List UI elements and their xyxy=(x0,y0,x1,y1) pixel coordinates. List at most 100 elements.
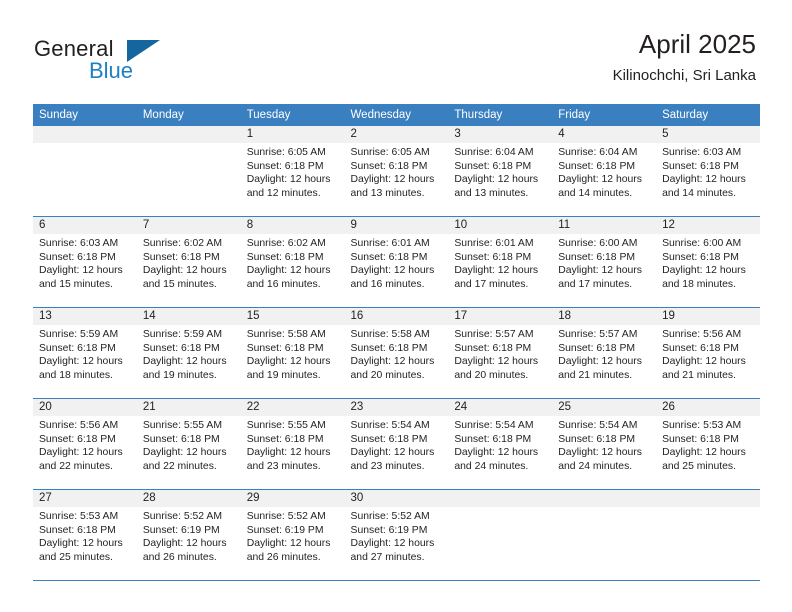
calendar-day-cell[interactable]: 28 Sunrise: 5:52 AM Sunset: 6:19 PM Dayligh… xyxy=(136,489,241,581)
day-cell-content: 7 Sunrise: 6:02 AM Sunset: 6:18 PM Daylight… xyxy=(136,217,241,307)
day-number: 21 xyxy=(136,399,241,416)
daylight-text-line1: Daylight: 12 hours xyxy=(558,447,642,459)
sunrise-text: Sunrise: 5:53 AM xyxy=(39,511,119,522)
calendar-day-cell[interactable]: 14 Sunrise: 5:59 AM Sunset: 6:18 PM Dayligh… xyxy=(136,307,241,399)
daylight-text-line1: Daylight: 12 hours xyxy=(350,174,435,186)
daylight-text-line2: and 14 minutes. xyxy=(558,187,633,199)
sunrise-text: Sunrise: 5:55 AM xyxy=(246,420,326,431)
day-cell-content: 2 Sunrise: 6:05 AM Sunset: 6:18 PM Daylight… xyxy=(344,126,449,216)
sunset-text: Sunset: 6:18 PM xyxy=(350,251,428,263)
day-number xyxy=(448,490,553,507)
sun-info: Sunrise: 5:52 AM Sunset: 6:19 PM Daylight:… xyxy=(137,507,241,564)
sun-info: Sunrise: 5:55 AM Sunset: 6:18 PM Daylight:… xyxy=(241,416,345,473)
calendar-day-cell[interactable]: 3 Sunrise: 6:04 AM Sunset: 6:18 PM Daylight… xyxy=(448,126,553,217)
calendar-week-row: 1 Sunrise: 6:05 AM Sunset: 6:18 PM Daylight… xyxy=(33,126,760,217)
daylight-text-line2: and 20 minutes. xyxy=(350,369,425,381)
daylight-text-line1: Daylight: 12 hours xyxy=(454,356,539,368)
calendar-day-cell[interactable]: 4 Sunrise: 6:04 AM Sunset: 6:18 PM Daylight… xyxy=(552,126,657,217)
sunset-text: Sunset: 6:18 PM xyxy=(454,251,532,263)
daylight-text-line2: and 17 minutes. xyxy=(558,278,633,290)
calendar-empty-cell xyxy=(656,489,760,581)
calendar-day-cell[interactable]: 15 Sunrise: 5:58 AM Sunset: 6:18 PM Dayligh… xyxy=(240,307,345,399)
day-cell-content: 4 Sunrise: 6:04 AM Sunset: 6:18 PM Daylight… xyxy=(552,126,657,216)
calendar-day-cell[interactable]: 9 Sunrise: 6:01 AM Sunset: 6:18 PM Daylight… xyxy=(344,216,449,308)
sun-info: Sunrise: 5:55 AM Sunset: 6:18 PM Daylight:… xyxy=(137,416,241,473)
day-cell-content: 3 Sunrise: 6:04 AM Sunset: 6:18 PM Daylight… xyxy=(448,126,553,216)
day-number: 18 xyxy=(552,308,657,325)
sunset-text: Sunset: 6:18 PM xyxy=(246,251,324,263)
sunrise-text: Sunrise: 5:59 AM xyxy=(142,329,222,340)
sunrise-text: Sunrise: 5:56 AM xyxy=(662,329,742,340)
daylight-text-line1: Daylight: 12 hours xyxy=(246,265,331,277)
day-number: 22 xyxy=(240,399,345,416)
daylight-text-line1: Daylight: 12 hours xyxy=(39,265,123,277)
calendar-day-cell[interactable]: 2 Sunrise: 6:05 AM Sunset: 6:18 PM Daylight… xyxy=(344,126,449,217)
sunrise-text: Sunrise: 6:00 AM xyxy=(558,238,638,249)
day-number xyxy=(656,490,760,507)
sunset-text: Sunset: 6:18 PM xyxy=(662,433,739,445)
calendar-day-cell[interactable]: 21 Sunrise: 5:55 AM Sunset: 6:18 PM Dayligh… xyxy=(136,398,241,490)
sun-info: Sunrise: 5:52 AM Sunset: 6:19 PM Daylight:… xyxy=(345,507,449,564)
weekday-header-tuesday: Tuesday xyxy=(240,104,345,126)
daylight-text-line1: Daylight: 12 hours xyxy=(558,265,642,277)
calendar-day-cell[interactable]: 5 Sunrise: 6:03 AM Sunset: 6:18 PM Daylight… xyxy=(656,126,760,217)
calendar-day-cell[interactable]: 7 Sunrise: 6:02 AM Sunset: 6:18 PM Daylight… xyxy=(136,216,241,308)
calendar-empty-cell xyxy=(136,126,241,217)
calendar-table: Sunday Monday Tuesday Wednesday Thursday… xyxy=(33,104,760,581)
daylight-text-line2: and 22 minutes. xyxy=(142,460,217,472)
sun-info: Sunrise: 5:56 AM Sunset: 6:18 PM Daylight:… xyxy=(656,325,760,382)
calendar-day-cell[interactable]: 11 Sunrise: 6:00 AM Sunset: 6:18 PM Dayligh… xyxy=(552,216,657,308)
calendar-day-cell[interactable]: 13 Sunrise: 5:59 AM Sunset: 6:18 PM Dayligh… xyxy=(33,307,137,399)
sun-info: Sunrise: 6:00 AM Sunset: 6:18 PM Daylight:… xyxy=(656,234,760,291)
calendar-day-cell[interactable]: 1 Sunrise: 6:05 AM Sunset: 6:18 PM Daylight… xyxy=(240,126,345,217)
day-number: 14 xyxy=(136,308,241,325)
sunset-text: Sunset: 6:18 PM xyxy=(558,342,636,354)
daylight-text-line2: and 18 minutes. xyxy=(662,278,736,290)
calendar-day-cell[interactable]: 23 Sunrise: 5:54 AM Sunset: 6:18 PM Dayligh… xyxy=(344,398,449,490)
calendar-day-cell[interactable]: 24 Sunrise: 5:54 AM Sunset: 6:18 PM Dayligh… xyxy=(448,398,553,490)
day-cell-content: 24 Sunrise: 5:54 AM Sunset: 6:18 PM Dayligh… xyxy=(448,399,553,489)
day-cell-content: 23 Sunrise: 5:54 AM Sunset: 6:18 PM Dayligh… xyxy=(344,399,449,489)
sunrise-text: Sunrise: 5:55 AM xyxy=(142,420,222,431)
daylight-text-line1: Daylight: 12 hours xyxy=(246,356,331,368)
daylight-text-line2: and 22 minutes. xyxy=(39,460,113,472)
sun-info: Sunrise: 6:00 AM Sunset: 6:18 PM Daylight:… xyxy=(552,234,656,291)
daylight-text-line1: Daylight: 12 hours xyxy=(142,265,227,277)
sunrise-text: Sunrise: 6:05 AM xyxy=(350,147,430,158)
day-cell-content: 20 Sunrise: 5:56 AM Sunset: 6:18 PM Dayligh… xyxy=(33,399,137,489)
calendar-empty-cell xyxy=(552,489,657,581)
calendar-day-cell[interactable]: 30 Sunrise: 5:52 AM Sunset: 6:19 PM Dayligh… xyxy=(344,489,449,581)
sunset-text: Sunset: 6:18 PM xyxy=(350,160,428,172)
calendar-day-cell[interactable]: 12 Sunrise: 6:00 AM Sunset: 6:18 PM Dayligh… xyxy=(656,216,760,308)
sun-info: Sunrise: 5:58 AM Sunset: 6:18 PM Daylight:… xyxy=(241,325,345,382)
calendar-day-cell[interactable]: 16 Sunrise: 5:58 AM Sunset: 6:18 PM Dayligh… xyxy=(344,307,449,399)
sunset-text: Sunset: 6:18 PM xyxy=(558,160,636,172)
calendar-day-cell[interactable]: 17 Sunrise: 5:57 AM Sunset: 6:18 PM Dayligh… xyxy=(448,307,553,399)
calendar-day-cell[interactable]: 19 Sunrise: 5:56 AM Sunset: 6:18 PM Dayligh… xyxy=(656,307,760,399)
sun-info: Sunrise: 5:58 AM Sunset: 6:18 PM Daylight:… xyxy=(345,325,449,382)
daylight-text-line2: and 23 minutes. xyxy=(350,460,425,472)
sun-info: Sunrise: 6:01 AM Sunset: 6:18 PM Daylight:… xyxy=(345,234,449,291)
day-cell-content: 1 Sunrise: 6:05 AM Sunset: 6:18 PM Daylight… xyxy=(240,126,345,216)
calendar-day-cell[interactable]: 27 Sunrise: 5:53 AM Sunset: 6:18 PM Dayligh… xyxy=(33,489,137,581)
daylight-text-line1: Daylight: 12 hours xyxy=(39,356,123,368)
calendar-day-cell[interactable]: 29 Sunrise: 5:52 AM Sunset: 6:19 PM Dayligh… xyxy=(240,489,345,581)
calendar-day-cell[interactable]: 8 Sunrise: 6:02 AM Sunset: 6:18 PM Daylight… xyxy=(240,216,345,308)
calendar-day-cell[interactable]: 6 Sunrise: 6:03 AM Sunset: 6:18 PM Daylight… xyxy=(33,216,137,308)
sunset-text: Sunset: 6:18 PM xyxy=(142,342,220,354)
calendar-day-cell[interactable]: 26 Sunrise: 5:53 AM Sunset: 6:18 PM Dayligh… xyxy=(656,398,760,490)
calendar-day-cell[interactable]: 10 Sunrise: 6:01 AM Sunset: 6:18 PM Dayligh… xyxy=(448,216,553,308)
sun-info: Sunrise: 5:53 AM Sunset: 6:18 PM Daylight:… xyxy=(33,507,137,564)
calendar-empty-cell xyxy=(448,489,553,581)
daylight-text-line1: Daylight: 12 hours xyxy=(39,447,123,459)
sunrise-text: Sunrise: 6:01 AM xyxy=(350,238,430,249)
calendar-day-cell[interactable]: 22 Sunrise: 5:55 AM Sunset: 6:18 PM Dayligh… xyxy=(240,398,345,490)
calendar-day-cell[interactable]: 18 Sunrise: 5:57 AM Sunset: 6:18 PM Dayligh… xyxy=(552,307,657,399)
day-number: 1 xyxy=(240,126,345,143)
day-cell-content: 6 Sunrise: 6:03 AM Sunset: 6:18 PM Daylight… xyxy=(33,217,137,307)
calendar-day-cell[interactable]: 20 Sunrise: 5:56 AM Sunset: 6:18 PM Dayligh… xyxy=(33,398,137,490)
day-number: 4 xyxy=(552,126,657,143)
daylight-text-line1: Daylight: 12 hours xyxy=(246,174,331,186)
calendar-day-cell[interactable]: 25 Sunrise: 5:54 AM Sunset: 6:18 PM Dayligh… xyxy=(552,398,657,490)
day-cell-content: 16 Sunrise: 5:58 AM Sunset: 6:18 PM Dayligh… xyxy=(344,308,449,398)
